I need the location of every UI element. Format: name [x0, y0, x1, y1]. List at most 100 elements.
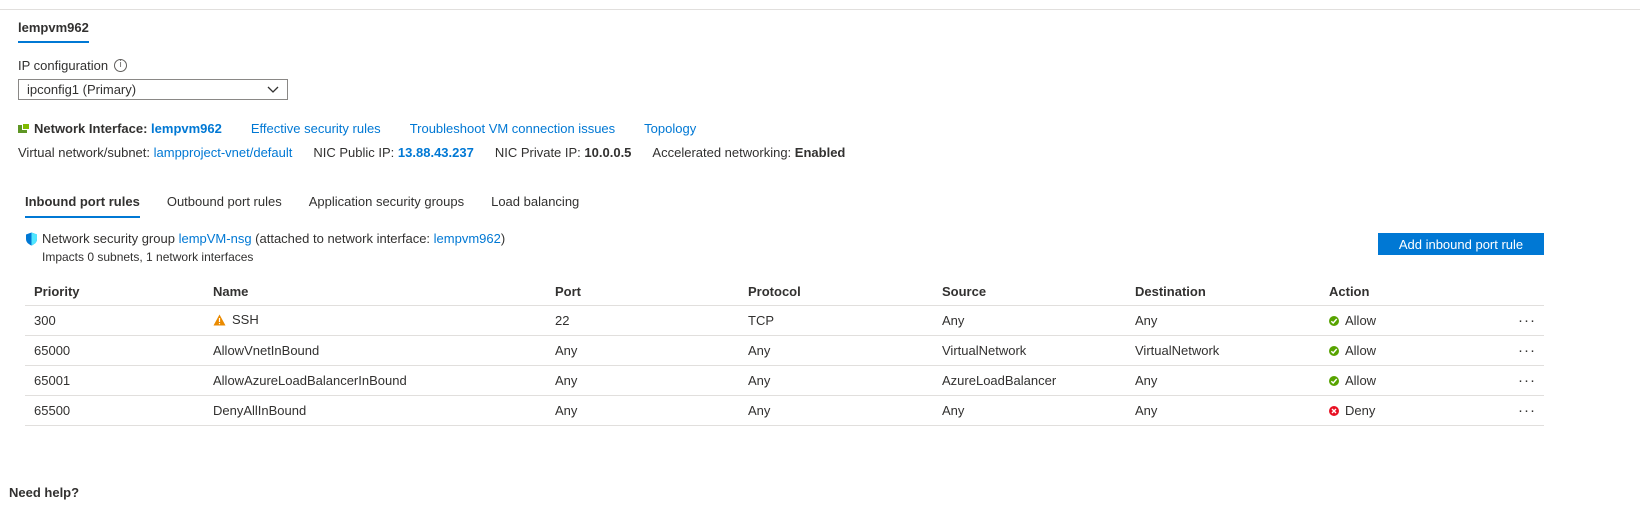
add-inbound-port-rule-button[interactable]: Add inbound port rule [1378, 233, 1544, 255]
vnet-detail: Virtual network/subnet: lampproject-vnet… [18, 145, 292, 160]
private-ip-value: 10.0.0.5 [584, 145, 632, 160]
cell-priority: 65001 [25, 365, 204, 396]
cell-protocol: TCP [739, 305, 933, 336]
action-label: Allow [1345, 313, 1377, 329]
table-row[interactable]: 300 SSH 22 TCP Any Any Allow ··· [25, 305, 1544, 336]
cell-protocol: Any [739, 395, 933, 426]
nsg-link[interactable]: lempVM-nsg [179, 231, 252, 246]
cell-action: Deny [1320, 395, 1499, 426]
tab-inbound-port-rules[interactable]: Inbound port rules [25, 194, 140, 218]
accelerated-networking-detail: Accelerated networking: Enabled [652, 145, 845, 160]
nsg-info-row: Network security group lempVM-nsg (attac… [25, 231, 505, 246]
more-icon[interactable]: ··· [1499, 305, 1544, 336]
private-ip-detail: NIC Private IP: 10.0.0.5 [495, 145, 632, 160]
public-ip-label: NIC Public IP: [313, 145, 395, 160]
action-status: Allow [1329, 373, 1376, 388]
cell-destination: Any [1126, 305, 1320, 336]
cell-name: SSH [204, 305, 546, 336]
public-ip-detail: NIC Public IP: 13.88.43.237 [313, 145, 473, 160]
shield-icon [26, 232, 37, 245]
cell-port: Any [546, 395, 739, 426]
rule-name: SSH [232, 312, 259, 328]
ip-configuration-label: IP configuration i [18, 58, 128, 73]
network-interface-row: Network Interface: lempvm962 Effective s… [18, 121, 696, 136]
action-label: Allow [1345, 373, 1377, 389]
network-interface-link[interactable]: lempvm962 [151, 121, 222, 136]
action-status: Allow [1329, 313, 1376, 328]
info-icon[interactable]: i [114, 59, 128, 72]
cell-action: Allow [1320, 335, 1499, 366]
vnet-link[interactable]: lampproject-vnet/default [154, 145, 293, 160]
accelerated-networking-label: Accelerated networking: [652, 145, 792, 160]
cell-priority: 300 [25, 305, 204, 336]
nsg-close-paren: ) [500, 231, 506, 246]
cell-protocol: Any [739, 365, 933, 396]
accelerated-networking-value: Enabled [794, 145, 846, 160]
tab-load-balancing[interactable]: Load balancing [491, 194, 579, 218]
more-icon[interactable]: ··· [1499, 365, 1544, 396]
topology-link[interactable]: Topology [644, 121, 696, 136]
table-row[interactable]: 65500 DenyAllInBound Any Any Any Any Den… [25, 395, 1544, 426]
warning-icon [213, 314, 226, 326]
nsg-prefix: Network security group [42, 231, 175, 246]
ip-configuration-select[interactable]: ipconfig1 (Primary) [18, 79, 288, 100]
more-icon[interactable]: ··· [1499, 395, 1544, 426]
vnet-label: Virtual network/subnet: [18, 145, 150, 160]
cell-protocol: Any [739, 335, 933, 366]
header-action[interactable]: Action [1320, 278, 1499, 306]
cell-name: AllowAzureLoadBalancerInBound [204, 365, 546, 396]
cell-source: VirtualNetwork [933, 335, 1126, 366]
cell-source: AzureLoadBalancer [933, 365, 1126, 396]
cell-port: Any [546, 335, 739, 366]
more-icon[interactable]: ··· [1499, 335, 1544, 366]
header-priority[interactable]: Priority [25, 278, 204, 306]
cell-name: DenyAllInBound [204, 395, 546, 426]
cell-name: AllowVnetInBound [204, 335, 546, 366]
rule-name-with-warning: SSH [213, 312, 259, 327]
top-divider [0, 9, 1640, 10]
cell-action: Allow [1320, 305, 1499, 336]
error-circle-icon [1329, 405, 1339, 416]
network-interface-icon [18, 123, 30, 134]
cell-priority: 65500 [25, 395, 204, 426]
rules-tabs: Inbound port rules Outbound port rules A… [25, 194, 606, 218]
cell-port: Any [546, 365, 739, 396]
ip-configuration-label-text: IP configuration [18, 58, 109, 73]
tab-application-security-groups[interactable]: Application security groups [309, 194, 464, 218]
private-ip-label: NIC Private IP: [494, 145, 581, 160]
chevron-down-icon [267, 86, 279, 93]
nic-details-row: Virtual network/subnet: lampproject-vnet… [18, 145, 866, 160]
check-circle-icon [1329, 315, 1339, 326]
cell-source: Any [933, 305, 1126, 336]
cell-destination: VirtualNetwork [1126, 335, 1320, 366]
public-ip-link[interactable]: 13.88.43.237 [398, 145, 474, 160]
header-name[interactable]: Name [204, 278, 546, 306]
table-header-row: Priority Name Port Protocol Source Desti… [25, 278, 1544, 306]
tab-outbound-port-rules[interactable]: Outbound port rules [167, 194, 282, 218]
header-protocol[interactable]: Protocol [739, 278, 933, 306]
nsg-attached-nic-link[interactable]: lempvm962 [434, 231, 501, 246]
nic-tab[interactable]: lempvm962 [18, 20, 89, 43]
network-interface-label: Network Interface: [34, 121, 148, 136]
header-destination[interactable]: Destination [1126, 278, 1320, 306]
effective-security-rules-link[interactable]: Effective security rules [251, 121, 381, 136]
header-source[interactable]: Source [933, 278, 1126, 306]
table-row[interactable]: 65000 AllowVnetInBound Any Any VirtualNe… [25, 335, 1544, 366]
nsg-impacts-text: Impacts 0 subnets, 1 network interfaces [42, 250, 254, 264]
table-row[interactable]: 65001 AllowAzureLoadBalancerInBound Any … [25, 365, 1544, 396]
inbound-rules-table: Priority Name Port Protocol Source Desti… [25, 278, 1544, 426]
cell-source: Any [933, 395, 1126, 426]
cell-priority: 65000 [25, 335, 204, 366]
header-more [1499, 278, 1544, 306]
cell-destination: Any [1126, 395, 1320, 426]
check-circle-icon [1329, 345, 1339, 356]
nsg-attached-text: (attached to network interface: [255, 231, 431, 246]
cell-destination: Any [1126, 365, 1320, 396]
header-port[interactable]: Port [546, 278, 739, 306]
action-label: Allow [1345, 343, 1377, 359]
action-status: Allow [1329, 343, 1376, 358]
action-label: Deny [1345, 403, 1376, 419]
ip-configuration-selected: ipconfig1 (Primary) [27, 82, 137, 97]
cell-action: Allow [1320, 365, 1499, 396]
troubleshoot-vm-link[interactable]: Troubleshoot VM connection issues [410, 121, 615, 136]
